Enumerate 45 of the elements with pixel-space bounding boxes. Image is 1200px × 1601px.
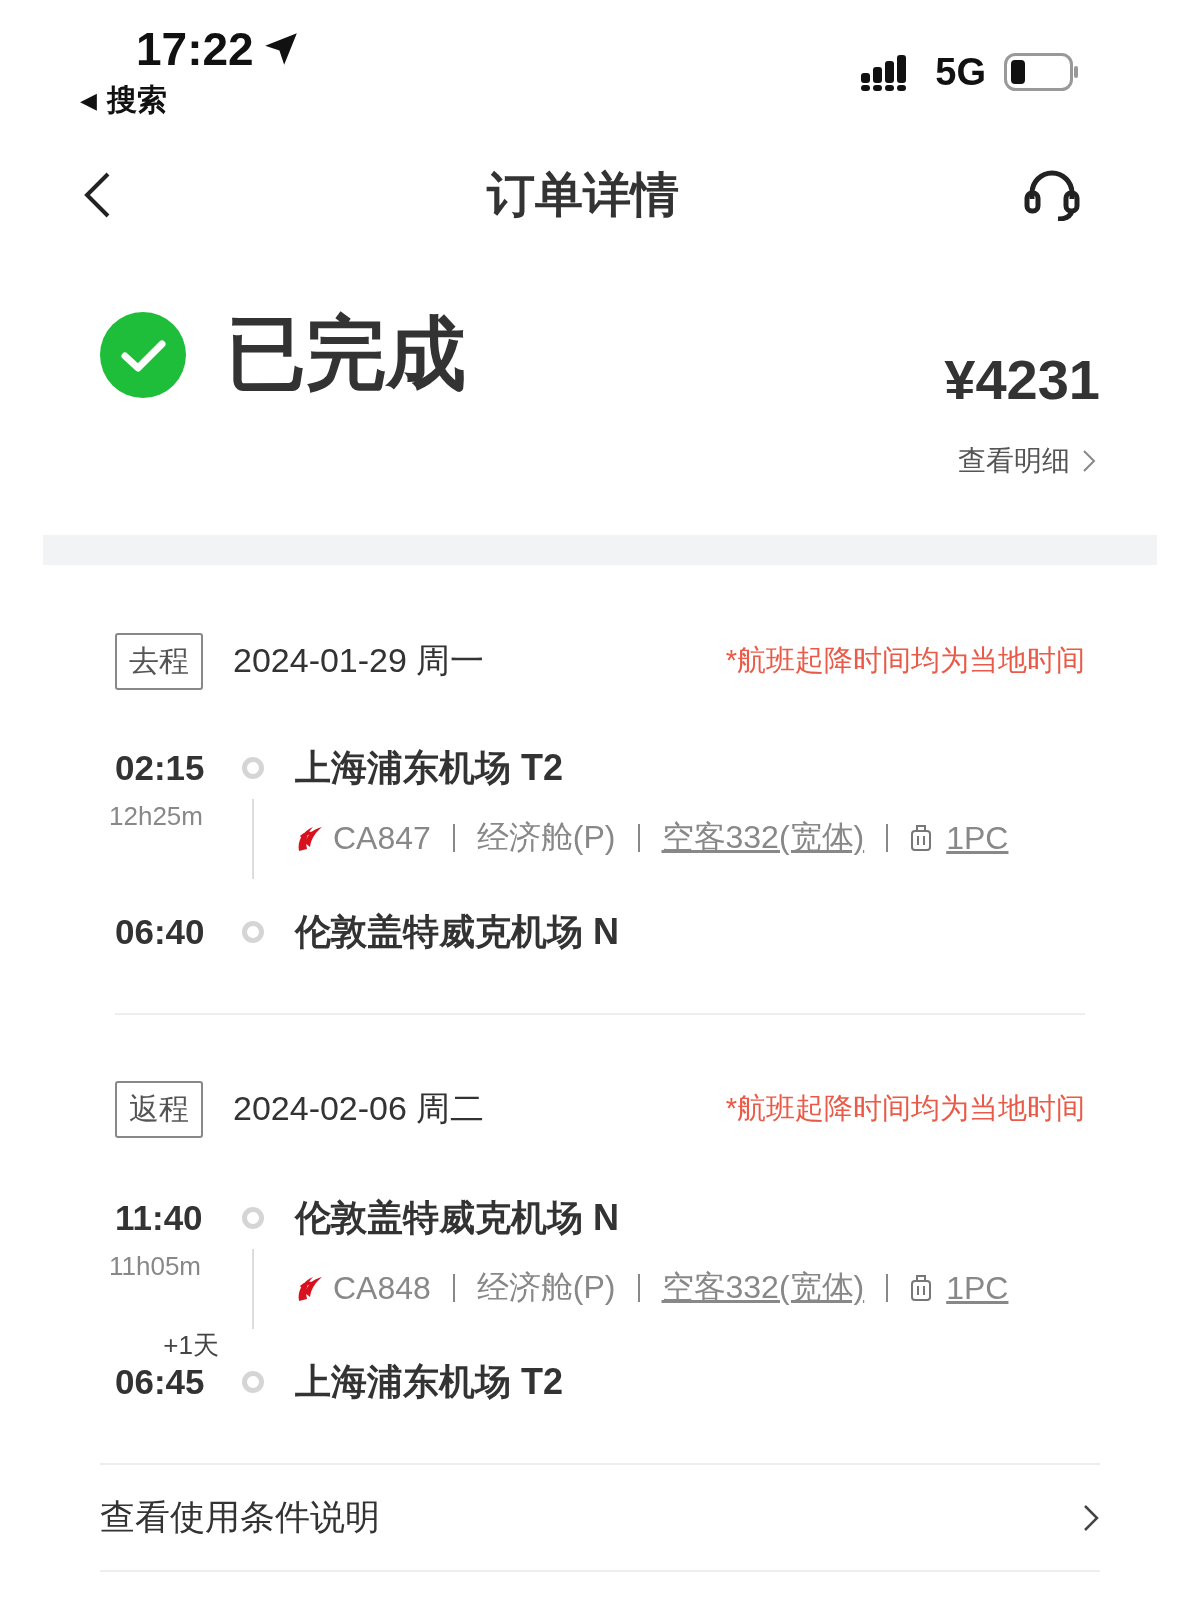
stop-dot [242, 1371, 264, 1393]
arrival-airport: 上海浦东机场 T2 [295, 1359, 563, 1404]
arrival-time: 06:45 [115, 1362, 206, 1402]
arrival-airport: 伦敦盖特威克机场 N [295, 909, 619, 954]
page-title: 订单详情 [487, 167, 679, 223]
stop-dot [242, 757, 264, 779]
departure-time: 02:15 [115, 748, 206, 788]
baggage-link[interactable]: 1PC [946, 819, 1009, 857]
trip-date: 2024-02-06 周二 [233, 1088, 485, 1129]
usage-terms-link[interactable]: 查看使用条件说明 [100, 1494, 380, 1541]
luggage-icon [910, 824, 933, 852]
back-app-label[interactable]: 搜索 [106, 80, 167, 121]
day-offset: +1天 [163, 1329, 219, 1362]
luggage-icon [910, 1274, 933, 1302]
trip-tag: 去程 [115, 632, 203, 690]
aircraft-link[interactable]: 空客332(宽体) [661, 1266, 865, 1310]
trip-tag: 返程 [115, 1080, 203, 1138]
departure-airport: 上海浦东机场 T2 [295, 745, 563, 790]
status-time: 17:22 [136, 22, 254, 76]
local-time-note: *航班起降时间均为当地时间 [725, 643, 1085, 678]
order-status: 已完成 [226, 308, 466, 400]
network-label: 5G [935, 50, 986, 94]
price-detail-link[interactable]: 查看明细 [958, 442, 1070, 480]
chevron-right-icon[interactable] [1082, 1502, 1100, 1533]
flight-number: CA847 [333, 819, 431, 857]
cabin-class: 经济舱(P) [476, 1268, 616, 1307]
aircraft-link[interactable]: 空客332(宽体) [661, 816, 865, 860]
back-arrow[interactable]: ◀ [80, 87, 97, 114]
local-time-note: *航班起降时间均为当地时间 [725, 1091, 1085, 1126]
stop-dot [242, 921, 264, 943]
departure-time: 11:40 [115, 1198, 204, 1238]
stop-dot [242, 1207, 264, 1229]
flight-duration: 12h25m [109, 801, 204, 832]
order-price: ¥4231 [944, 347, 1100, 412]
flight-number: CA848 [333, 1269, 431, 1307]
headset-icon[interactable] [1024, 169, 1080, 221]
back-icon[interactable] [82, 171, 112, 219]
check-circle-icon [100, 312, 186, 398]
trip-date: 2024-01-29 周一 [233, 640, 485, 681]
arrival-time: 06:40 [115, 912, 206, 952]
departure-airport: 伦敦盖特威克机场 N [295, 1195, 619, 1240]
battery-icon [1004, 53, 1080, 91]
baggage-link[interactable]: 1PC [946, 1269, 1009, 1307]
flight-duration: 11h05m [109, 1251, 203, 1282]
cabin-class: 经济舱(P) [476, 818, 616, 857]
